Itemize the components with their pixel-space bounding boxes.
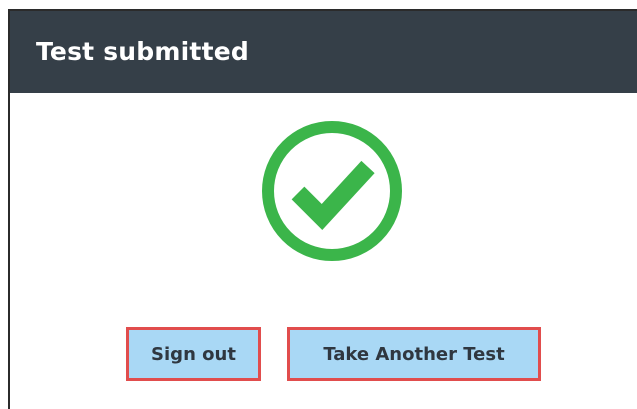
take-another-test-button[interactable]: Take Another Test xyxy=(287,327,541,381)
sign-out-button[interactable]: Sign out xyxy=(126,327,261,381)
dialog: Test submitted Sign out Take Another Tes… xyxy=(8,9,637,409)
check-circle-icon xyxy=(262,121,402,261)
dialog-title: Test submitted xyxy=(36,36,249,66)
dialog-header: Test submitted xyxy=(10,11,637,93)
